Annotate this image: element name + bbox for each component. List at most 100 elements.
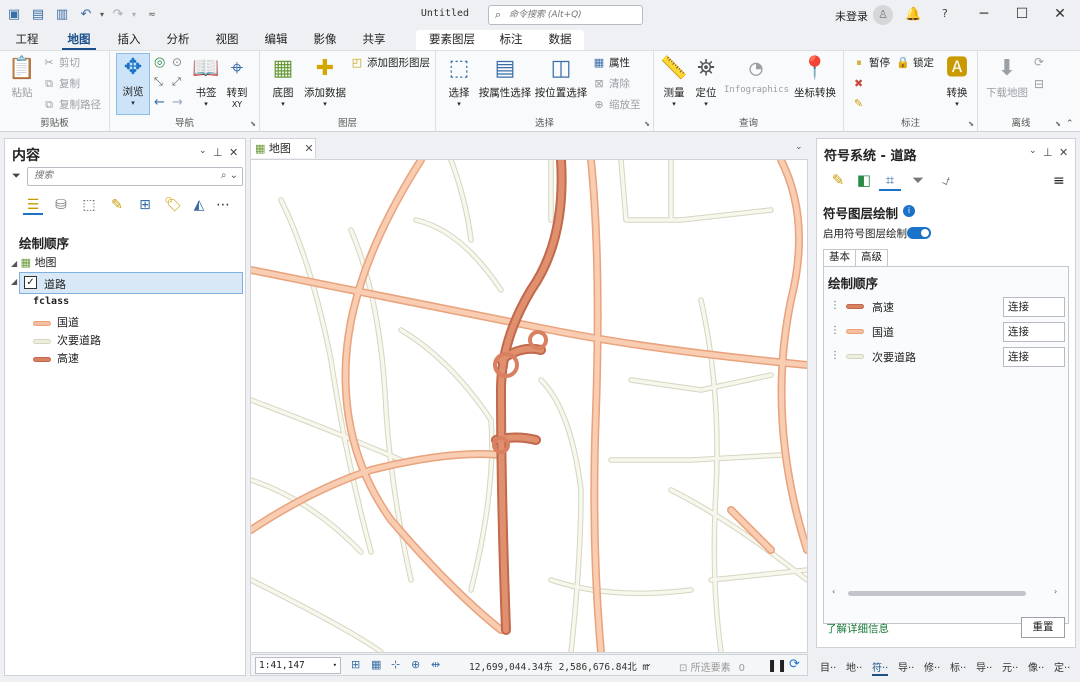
navigate-launcher-icon[interactable]: ⬊	[250, 120, 256, 128]
list-by-snapping-icon[interactable]: ⊞	[135, 195, 155, 215]
filter-icon[interactable]: ⏷	[907, 169, 929, 191]
primary-symbology-icon[interactable]: ✎	[827, 169, 849, 191]
select-button[interactable]: ⬚ 选择 ▾	[442, 55, 476, 108]
collapse-ribbon-icon[interactable]: ⌃	[1066, 119, 1074, 129]
pane-tab[interactable]: 导··	[898, 659, 914, 674]
list-by-selection-icon[interactable]: ⬚	[79, 195, 99, 215]
more-options-icon[interactable]: ⋯	[213, 195, 233, 215]
notification-bell-icon[interactable]: 🔔	[905, 7, 921, 22]
road-network[interactable]	[247, 155, 811, 656]
enable-symbol-layer-toggle[interactable]	[907, 227, 931, 239]
close-pane-icon[interactable]: ✕	[1059, 146, 1068, 159]
pane-options-icon[interactable]: ⌄	[1029, 146, 1037, 156]
pane-tab[interactable]: 像··	[1028, 659, 1044, 674]
hamburger-menu-icon[interactable]: ≡	[1053, 173, 1065, 189]
list-by-data-source-icon[interactable]: ⛁	[51, 195, 71, 215]
legend-item[interactable]: 高速	[33, 350, 79, 366]
feature-tool-icon[interactable]: ⊕	[411, 658, 420, 671]
tab-feature-layer[interactable]: 要素图层	[424, 30, 480, 50]
select-by-attributes-button[interactable]: ▤ 按属性选择	[478, 55, 532, 100]
undo-dropdown-icon[interactable]: ▾	[94, 7, 110, 23]
command-search-input[interactable]	[509, 8, 639, 22]
list-by-perspective-icon[interactable]: ◭	[189, 195, 209, 215]
tab-analysis[interactable]: 分析	[161, 30, 195, 50]
learn-more-link[interactable]: 了解详细信息	[826, 621, 889, 636]
correction-icon[interactable]: ⇹	[431, 658, 440, 671]
bookmarks-button[interactable]: 📖 书签 ▾	[190, 55, 222, 108]
tab-overflow-icon[interactable]: ⌄	[795, 142, 803, 152]
tab-project[interactable]: 工程	[10, 30, 44, 50]
paste-button[interactable]: 📋 粘贴	[6, 55, 38, 100]
user-status[interactable]: 未登录	[835, 8, 868, 24]
tab-edit[interactable]: 编辑	[259, 30, 293, 50]
join-dropdown[interactable]: 连接	[1003, 297, 1065, 317]
zoom-to-button[interactable]: ⊕ 缩放至	[592, 96, 640, 114]
zoom-out-fixed-icon[interactable]: ⤢	[172, 75, 181, 89]
contents-search[interactable]: ⌕ ⌄	[27, 167, 243, 186]
pause-labeling-button[interactable]: ⏸ 暂停	[852, 54, 890, 72]
close-pane-icon[interactable]: ✕	[229, 146, 238, 159]
close-tab-icon[interactable]: ✕	[304, 142, 313, 155]
download-map-button[interactable]: ⬇ 下载地图	[984, 55, 1030, 100]
drag-handle-icon[interactable]: ⋮	[830, 300, 840, 311]
horizontal-scrollbar[interactable]: ‹ ›	[828, 587, 1064, 599]
label-options-icon[interactable]: ✎	[854, 97, 863, 110]
pane-tab[interactable]: 导··	[976, 659, 992, 674]
scrollbar-thumb[interactable]	[848, 591, 1026, 596]
fixed-zoom-icon[interactable]: ⊙	[172, 55, 182, 69]
scroll-right-icon[interactable]: ›	[1054, 587, 1057, 596]
layer-visibility-checkbox[interactable]: ✓	[24, 276, 37, 289]
coord-dropdown-icon[interactable]: ⌄	[645, 659, 652, 668]
selection-launcher-icon[interactable]: ⬊	[644, 120, 650, 128]
avatar-icon[interactable]: ♙	[873, 5, 893, 25]
pane-tab[interactable]: 修··	[924, 659, 940, 674]
goto-xy-button[interactable]: ⌖ 转到 XY	[222, 55, 252, 109]
map-view-tab[interactable]: ▦ 地图 ✕	[250, 138, 316, 158]
pane-tab[interactable]: 定··	[1054, 659, 1070, 674]
help-icon[interactable]: ?	[942, 7, 948, 20]
pause-drawing-icon[interactable]: ❚❚	[767, 658, 787, 672]
pin-icon[interactable]: ⊥	[213, 146, 223, 159]
snapping-icon[interactable]: ⊞	[351, 658, 360, 671]
pin-icon[interactable]: ⊥	[1043, 146, 1053, 159]
redo-dropdown-icon[interactable]: ▾	[126, 7, 142, 23]
draw-order-row[interactable]: ⋮ 国道 连接	[828, 322, 1068, 342]
previous-extent-icon[interactable]: ←	[154, 95, 165, 110]
select-by-location-button[interactable]: ◫ 按位置选择	[534, 55, 588, 100]
add-graphics-layer-button[interactable]: ◰ 添加图形图层	[350, 54, 430, 72]
pane-tab[interactable]: 目··	[820, 659, 836, 674]
unplaced-labels-icon[interactable]: ✖	[854, 77, 863, 90]
list-by-editing-icon[interactable]: ✎	[107, 195, 127, 215]
copy-path-button[interactable]: ⧉ 复制路径	[42, 96, 101, 114]
pane-tab[interactable]: 符··	[872, 659, 889, 676]
tab-basic[interactable]: 基本	[823, 249, 856, 266]
collapse-arrow-icon[interactable]: ◢	[11, 259, 17, 268]
join-dropdown[interactable]: 连接	[1003, 347, 1065, 367]
list-by-labeling-icon[interactable]: 🏷	[163, 195, 183, 215]
tab-view[interactable]: 视图	[210, 30, 244, 50]
customize-toolbar-icon[interactable]: ≂	[144, 7, 160, 23]
info-icon[interactable]: i	[903, 205, 915, 217]
vary-symbology-icon[interactable]: ◧	[853, 169, 875, 191]
remove-offline-icon[interactable]: ⊟	[1034, 77, 1044, 91]
constraints-icon[interactable]: ⊹	[391, 658, 400, 671]
convert-coordinates-button[interactable]: 📍 坐标转换	[790, 55, 840, 100]
full-extent-icon[interactable]: ◎	[154, 55, 165, 70]
pane-tab[interactable]: 地··	[846, 659, 862, 674]
collapse-arrow-icon[interactable]: ◢	[11, 277, 17, 286]
lock-labeling-button[interactable]: 🔒 锁定	[896, 54, 934, 72]
tab-labeling[interactable]: 标注	[494, 30, 528, 50]
draw-order-row[interactable]: ⋮ 次要道路 连接	[828, 347, 1068, 367]
minimize-icon[interactable]: ─	[974, 6, 994, 22]
map-canvas[interactable]	[247, 155, 811, 656]
tab-share[interactable]: 共享	[357, 30, 391, 50]
selected-features[interactable]: ⊡ 所选要素 0	[679, 659, 745, 674]
redo-icon[interactable]: ↷	[110, 7, 126, 23]
list-by-drawing-order-icon[interactable]: ☰	[23, 195, 43, 215]
undo-icon[interactable]: ↶	[78, 7, 94, 23]
next-extent-icon[interactable]: →	[172, 95, 183, 110]
grid-icon[interactable]: ▦	[371, 658, 381, 671]
drag-handle-icon[interactable]: ⋮	[830, 325, 840, 336]
save-icon[interactable]: ▥	[54, 7, 70, 23]
filter-icon[interactable]: ⏷	[12, 169, 21, 183]
